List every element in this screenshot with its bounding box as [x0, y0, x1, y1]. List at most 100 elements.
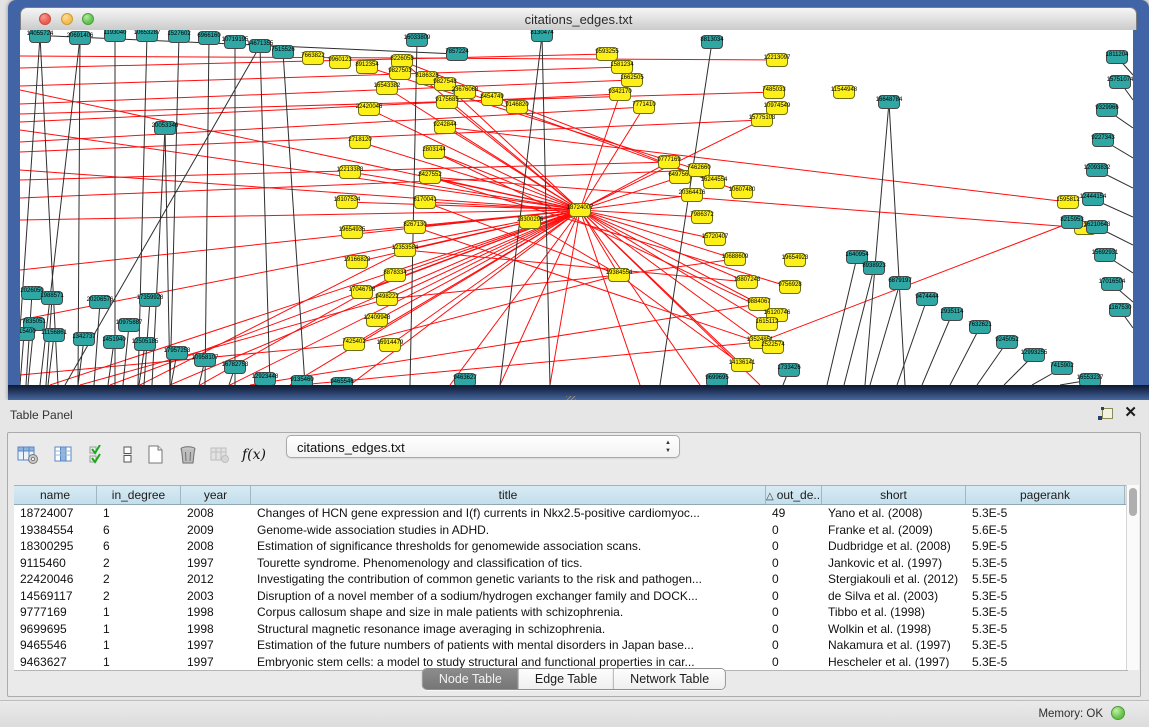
cell-out_de[interactable]: 0 — [766, 654, 822, 671]
table-row[interactable]: 977716911998Corpus callosum shape and si… — [14, 604, 1128, 621]
cell-name[interactable]: 18300295 — [14, 538, 97, 555]
network-node[interactable]: 9175685 — [435, 96, 459, 109]
network-node[interactable]: 15720407 — [702, 233, 729, 246]
table-selector-dropdown[interactable]: citations_edges.txt ▲▼ — [286, 435, 680, 458]
network-node[interactable]: 7632621 — [968, 321, 992, 334]
cell-in_degree[interactable]: 1 — [97, 654, 181, 671]
column-header-title[interactable]: title — [251, 486, 766, 504]
table-row[interactable]: 1872400712008Changes of HCN gene express… — [14, 505, 1128, 522]
network-node[interactable]: 12353584 — [392, 244, 419, 257]
cell-year[interactable]: 2008 — [181, 505, 251, 522]
cell-out_de[interactable]: 0 — [766, 588, 822, 605]
network-node[interactable]: 7415902 — [1050, 362, 1074, 375]
network-node[interactable]: 17359928 — [137, 294, 164, 307]
network-node[interactable]: 9227343 — [1091, 134, 1115, 147]
network-node[interactable]: 12505185 — [132, 338, 159, 351]
network-node[interactable]: 15751074 — [1107, 76, 1133, 89]
network-node[interactable]: 20364416 — [679, 189, 706, 202]
network-node[interactable]: 9699695 — [705, 374, 729, 386]
cell-short[interactable]: Hescheler et al. (1997) — [822, 654, 966, 671]
network-node[interactable]: 2803144 — [422, 146, 446, 159]
network-node[interactable]: 10958107 — [192, 354, 219, 367]
column-header-pagerank[interactable]: pagerank — [966, 486, 1125, 504]
network-node[interactable]: 18107534 — [334, 196, 361, 209]
function-builder-icon[interactable]: f(x) — [240, 443, 268, 469]
network-node[interactable]: 8427552 — [418, 171, 442, 184]
network-node[interactable]: 16553237 — [1077, 374, 1104, 386]
table-settings-icon[interactable] — [14, 443, 42, 469]
cell-name[interactable]: 9699695 — [14, 621, 97, 638]
network-node[interactable]: 17016504 — [1099, 278, 1126, 291]
column-header-short[interactable]: short — [822, 486, 966, 504]
cell-pagerank[interactable]: 5.5E-5 — [966, 571, 1125, 588]
network-node[interactable]: 22420046 — [356, 103, 383, 116]
cell-in_degree[interactable]: 1 — [97, 505, 181, 522]
column-header-name[interactable]: name — [14, 486, 97, 504]
cell-pagerank[interactable]: 5.3E-5 — [966, 637, 1125, 654]
network-node[interactable]: 9135460 — [290, 376, 314, 386]
memory-ok-indicator[interactable] — [1111, 706, 1125, 720]
cell-title[interactable]: Corpus callosum shape and size in male p… — [251, 604, 766, 621]
network-node[interactable]: 18300295 — [517, 216, 544, 229]
network-node[interactable]: 20053346 — [152, 122, 179, 135]
cell-name[interactable]: 18724007 — [14, 505, 97, 522]
scrollbar-thumb[interactable] — [1129, 488, 1137, 516]
column-header-year[interactable]: year — [181, 486, 251, 504]
network-node[interactable]: 19654935 — [339, 226, 366, 239]
cell-in_degree[interactable]: 2 — [97, 555, 181, 572]
network-node[interactable]: 20691406 — [67, 32, 94, 45]
cell-year[interactable]: 2003 — [181, 588, 251, 605]
network-node[interactable]: 16210643 — [1084, 221, 1111, 234]
select-all-check-icon[interactable] — [84, 443, 112, 469]
network-node[interactable]: 16033809 — [404, 34, 431, 47]
tab-edge-table[interactable]: Edge Table — [519, 669, 614, 689]
network-node[interactable]: 6966160 — [197, 32, 221, 45]
network-node[interactable]: 1193040 — [104, 30, 128, 42]
column-header-out_de[interactable]: △out_de... — [766, 486, 822, 504]
network-node[interactable]: 12923448 — [252, 373, 279, 386]
cell-pagerank[interactable]: 5.3E-5 — [966, 555, 1125, 572]
network-node[interactable]: 7771410 — [632, 101, 656, 114]
network-node[interactable]: 20206576 — [87, 296, 114, 309]
cell-pagerank[interactable]: 5.3E-5 — [966, 505, 1125, 522]
table-row[interactable]: 946554611997Estimation of the future num… — [14, 637, 1128, 654]
network-node[interactable]: 14671355 — [247, 40, 274, 53]
cell-title[interactable]: Investigating the contribution of common… — [251, 571, 766, 588]
network-node[interactable]: 1581234 — [610, 61, 634, 74]
network-node[interactable]: 10653287 — [134, 30, 161, 42]
cell-short[interactable]: Jankovic et al. (1997) — [822, 555, 966, 572]
cell-name[interactable]: 22420046 — [14, 571, 97, 588]
network-node[interactable]: 1595812 — [1056, 196, 1080, 209]
network-canvas[interactable]: 1872400776638229960123891235482260589827… — [20, 30, 1133, 385]
cell-year[interactable]: 1998 — [181, 621, 251, 638]
cell-year[interactable]: 2009 — [181, 522, 251, 539]
cell-year[interactable]: 1998 — [181, 604, 251, 621]
network-node[interactable]: 8878334 — [383, 269, 407, 282]
table-row[interactable]: 969969511998Structural magnetic resonanc… — [14, 621, 1128, 638]
network-node[interactable]: 8938923 — [862, 262, 886, 275]
cell-title[interactable]: Structural magnetic resonance image aver… — [251, 621, 766, 638]
network-node[interactable]: 7485033 — [762, 86, 786, 99]
network-node[interactable]: 19166823 — [344, 256, 371, 269]
cell-name[interactable]: 9463627 — [14, 654, 97, 671]
network-node[interactable]: 9777169 — [657, 156, 681, 169]
cell-title[interactable]: Estimation of the future numbers of pati… — [251, 637, 766, 654]
network-node[interactable]: 1527602 — [167, 30, 191, 43]
cell-pagerank[interactable]: 5.3E-5 — [966, 588, 1125, 605]
network-node[interactable]: 11544948 — [831, 86, 858, 99]
cell-short[interactable]: de Silva et al. (2003) — [822, 588, 966, 605]
cell-short[interactable]: Nakamura et al. (1997) — [822, 637, 966, 654]
network-node[interactable]: 12409948 — [364, 314, 391, 327]
cell-name[interactable]: 14569117 — [14, 588, 97, 605]
network-node[interactable]: 7515526 — [271, 46, 295, 59]
network-node[interactable]: 12993255 — [1021, 349, 1048, 362]
cell-in_degree[interactable]: 2 — [97, 571, 181, 588]
cell-out_de[interactable]: 0 — [766, 604, 822, 621]
cell-name[interactable]: 19384554 — [14, 522, 97, 539]
network-node[interactable]: 6879197 — [888, 277, 912, 290]
network-node[interactable]: 9329966 — [1095, 104, 1119, 117]
network-node[interactable]: 1733426 — [777, 364, 801, 377]
network-node[interactable]: 1342737 — [72, 333, 96, 346]
network-node[interactable]: 9146820 — [505, 101, 529, 114]
cell-pagerank[interactable]: 5.3E-5 — [966, 654, 1125, 671]
